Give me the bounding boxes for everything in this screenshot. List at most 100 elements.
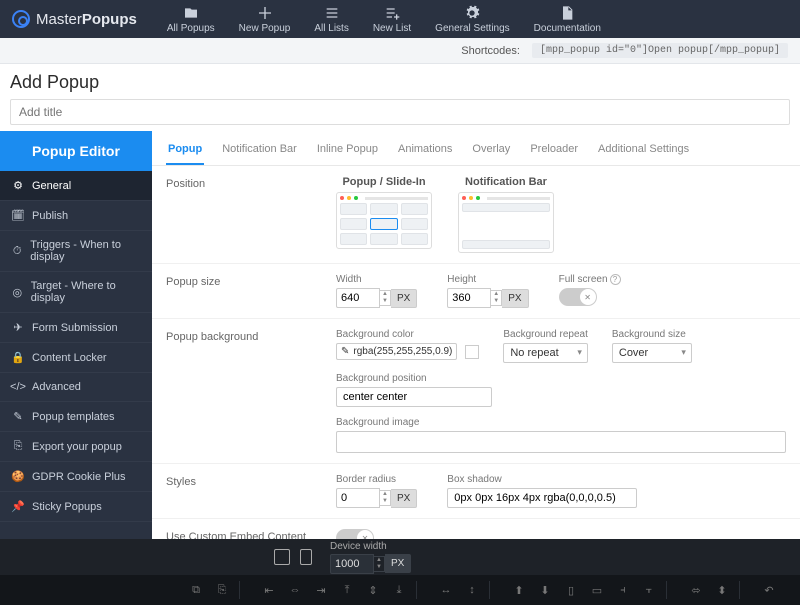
embed-toggle[interactable] bbox=[336, 529, 374, 539]
sidebar-item-publish[interactable]: 🗓Publish bbox=[0, 201, 152, 231]
logo-icon bbox=[12, 10, 30, 28]
bg-color-label: Background color bbox=[336, 329, 479, 340]
send-icon: ✈ bbox=[12, 321, 24, 334]
title-area: Add Popup bbox=[0, 64, 800, 131]
sidebar-item-sticky[interactable]: 📌Sticky Popups bbox=[0, 492, 152, 522]
sidebar-item-export[interactable]: ⎘Export your popup bbox=[0, 432, 152, 462]
tablet-icon[interactable] bbox=[300, 549, 312, 565]
radius-unit[interactable]: PX bbox=[391, 489, 417, 508]
position-preview: Popup / Slide-In Notification Bar bbox=[336, 176, 554, 253]
nav-all-popups[interactable]: All Popups bbox=[167, 5, 215, 34]
stretch-v-icon[interactable]: ↕ bbox=[463, 581, 481, 599]
title-input[interactable] bbox=[10, 99, 790, 125]
position-grid-popup[interactable] bbox=[336, 192, 432, 249]
sidebar-item-gdpr[interactable]: 🍪GDPR Cookie Plus bbox=[0, 462, 152, 492]
ungroup-icon[interactable]: ▭ bbox=[588, 581, 606, 599]
tab-preloader[interactable]: Preloader bbox=[528, 139, 580, 165]
bg-position-input[interactable] bbox=[336, 387, 492, 407]
cookie-icon: 🍪 bbox=[12, 470, 24, 483]
radius-spinner[interactable]: ▲▼ bbox=[380, 490, 391, 506]
clock-icon: ⏱ bbox=[12, 245, 22, 258]
tab-inline-popup[interactable]: Inline Popup bbox=[315, 139, 380, 165]
bg-size-label: Background size bbox=[612, 329, 692, 340]
align-center-h-icon[interactable]: ⇔ bbox=[286, 581, 304, 599]
tab-popup[interactable]: Popup bbox=[166, 139, 204, 165]
height-unit[interactable]: PX bbox=[502, 289, 528, 308]
tab-notification-bar[interactable]: Notification Bar bbox=[220, 139, 299, 165]
align-right-icon[interactable]: ⇥ bbox=[312, 581, 330, 599]
fullscreen-label: Full screen? bbox=[559, 274, 621, 285]
device-width-spinner[interactable]: ▲▼ bbox=[374, 556, 385, 572]
bring-front-icon[interactable]: ⬆ bbox=[510, 581, 528, 599]
brand-logo: MasterPopups bbox=[12, 10, 137, 28]
eyedropper-icon: ✎ bbox=[341, 346, 349, 357]
page-title: Add Popup bbox=[10, 72, 790, 93]
sidebar-item-templates[interactable]: ✎Popup templates bbox=[0, 402, 152, 432]
bg-color-input[interactable]: ✎ rgba(255,255,255,0.9) bbox=[336, 343, 457, 360]
device-icons bbox=[274, 549, 312, 565]
tab-overlay[interactable]: Overlay bbox=[470, 139, 512, 165]
brand-name: MasterPopups bbox=[36, 11, 137, 28]
content-pane: Popup Notification Bar Inline Popup Anim… bbox=[152, 131, 800, 539]
undo-icon[interactable]: ↶ bbox=[760, 581, 778, 599]
fullscreen-toggle[interactable] bbox=[559, 288, 597, 306]
send-back-icon[interactable]: ⬇ bbox=[536, 581, 554, 599]
shortcode-code[interactable]: [mpp_popup id="0"]Open popup[/mpp_popup] bbox=[532, 43, 788, 58]
help-icon[interactable]: ? bbox=[610, 274, 621, 285]
distribute-h-icon[interactable]: ⫞ bbox=[614, 581, 632, 599]
settings-tabs: Popup Notification Bar Inline Popup Anim… bbox=[152, 131, 800, 166]
sidebar-item-target[interactable]: ◎Target - Where to display bbox=[0, 272, 152, 313]
sidebar-item-general[interactable]: ⚙General bbox=[0, 171, 152, 201]
position-grid-notification[interactable] bbox=[458, 192, 554, 253]
height-spinner[interactable]: ▲▼ bbox=[491, 290, 502, 306]
stretch-h-icon[interactable]: ↔ bbox=[437, 581, 455, 599]
nav-general-settings[interactable]: General Settings bbox=[435, 5, 510, 34]
device-width-unit[interactable]: PX bbox=[385, 554, 411, 573]
group-icon[interactable]: ▯ bbox=[562, 581, 580, 599]
shadow-input[interactable] bbox=[447, 488, 637, 508]
main-layout: Popup Editor ⚙General 🗓Publish ⏱Triggers… bbox=[0, 131, 800, 539]
width-spinner[interactable]: ▲▼ bbox=[380, 290, 391, 306]
target-icon: ◎ bbox=[12, 286, 23, 299]
pencil-icon: ✎ bbox=[12, 410, 24, 423]
gear-icon: ⚙ bbox=[12, 179, 24, 192]
nav-new-popup[interactable]: New Popup bbox=[239, 5, 291, 34]
bg-position-label: Background position bbox=[336, 373, 492, 384]
embed-label: Use Custom Embed Content bbox=[166, 529, 336, 539]
align-left-icon[interactable]: ⇤ bbox=[260, 581, 278, 599]
export-icon: ⎘ bbox=[12, 440, 24, 453]
fit-width-icon[interactable]: ⬄ bbox=[687, 581, 705, 599]
distribute-v-icon[interactable]: ⫟ bbox=[640, 581, 658, 599]
bg-repeat-label: Background repeat bbox=[503, 329, 588, 340]
tab-additional[interactable]: Additional Settings bbox=[596, 139, 691, 165]
shortcode-bar: Shortcodes: [mpp_popup id="0"]Open popup… bbox=[0, 38, 800, 64]
device-width-input[interactable] bbox=[330, 554, 374, 574]
tab-animations[interactable]: Animations bbox=[396, 139, 454, 165]
device-bar: Device width ▲▼ PX bbox=[0, 539, 800, 575]
bg-image-input[interactable] bbox=[336, 431, 786, 453]
bg-image-label: Background image bbox=[336, 417, 786, 428]
align-center-v-icon[interactable]: ⇕ bbox=[364, 581, 382, 599]
bg-label: Popup background bbox=[166, 329, 336, 453]
sidebar-item-triggers[interactable]: ⏱Triggers - When to display bbox=[0, 231, 152, 272]
align-top-icon[interactable]: ⤒ bbox=[338, 581, 356, 599]
duplicate-icon[interactable]: ⎘ bbox=[213, 581, 231, 599]
bg-repeat-select[interactable]: No repeat bbox=[503, 343, 588, 363]
width-unit[interactable]: PX bbox=[391, 289, 417, 308]
nav-new-list[interactable]: New List bbox=[373, 5, 411, 34]
height-input[interactable] bbox=[447, 288, 491, 308]
width-input[interactable] bbox=[336, 288, 380, 308]
nav-all-lists[interactable]: All Lists bbox=[314, 5, 348, 34]
sidebar-item-form[interactable]: ✈Form Submission bbox=[0, 313, 152, 343]
radius-input[interactable] bbox=[336, 488, 380, 508]
fit-height-icon[interactable]: ⬍ bbox=[713, 581, 731, 599]
desktop-icon[interactable] bbox=[274, 549, 290, 565]
bg-size-select[interactable]: Cover bbox=[612, 343, 692, 363]
layers-icon[interactable]: ⧉ bbox=[187, 581, 205, 599]
align-bottom-icon[interactable]: ⤓ bbox=[390, 581, 408, 599]
nav-documentation[interactable]: Documentation bbox=[534, 5, 601, 34]
field-embed: Use Custom Embed Content Enable this opt… bbox=[152, 519, 800, 539]
color-picker-icon[interactable] bbox=[465, 345, 479, 359]
sidebar-item-advanced[interactable]: </>Advanced bbox=[0, 373, 152, 402]
sidebar-item-locker[interactable]: 🔒Content Locker bbox=[0, 343, 152, 373]
